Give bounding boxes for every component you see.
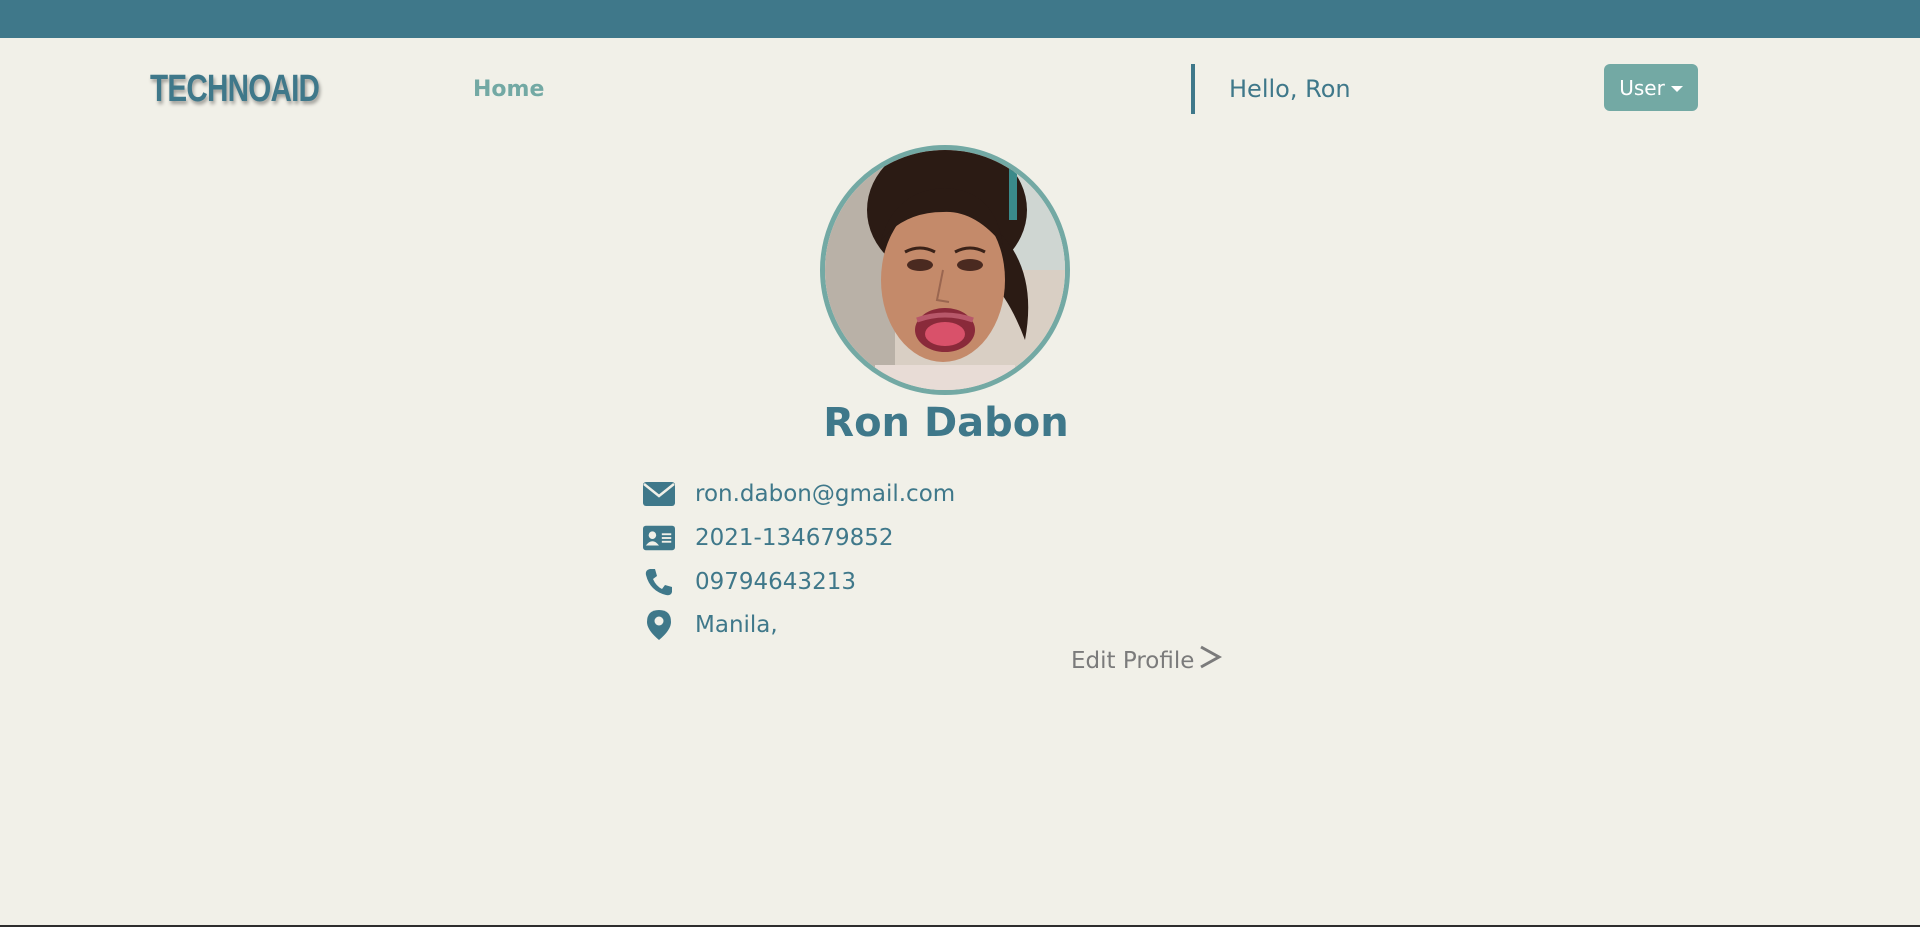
user-greeting: Hello, Ron <box>1229 75 1351 103</box>
chevron-right-icon <box>1198 644 1223 678</box>
edit-profile-label: Edit Profile <box>1071 648 1195 674</box>
brand-logo[interactable]: TECHNOAID <box>150 66 320 112</box>
phone-text: 09794643213 <box>695 569 856 595</box>
profile-name: Ron Dabon <box>823 400 1069 446</box>
phone-row: 09794643213 <box>643 564 856 600</box>
id-row: 2021-134679852 <box>643 520 894 556</box>
avatar-image <box>825 150 1065 390</box>
header-divider <box>1191 64 1195 114</box>
location-text: Manila, <box>695 612 778 638</box>
envelope-icon <box>643 478 675 510</box>
location-row: Manila, <box>643 607 778 643</box>
id-number-text: 2021-134679852 <box>695 525 894 551</box>
email-text: ron.dabon@gmail.com <box>695 481 956 507</box>
nav-home-link[interactable]: Home <box>473 76 544 104</box>
user-menu-label: User <box>1619 75 1665 100</box>
user-menu-button[interactable]: User <box>1604 64 1698 111</box>
phone-icon <box>643 566 675 598</box>
dropdown-caret-icon <box>1670 85 1683 92</box>
email-row: ron.dabon@gmail.com <box>643 476 955 512</box>
top-bar <box>0 0 1920 38</box>
map-pin-icon <box>643 609 675 641</box>
id-card-icon <box>643 522 675 554</box>
profile-avatar <box>820 145 1070 395</box>
edit-profile-link[interactable]: Edit Profile <box>1071 644 1223 678</box>
